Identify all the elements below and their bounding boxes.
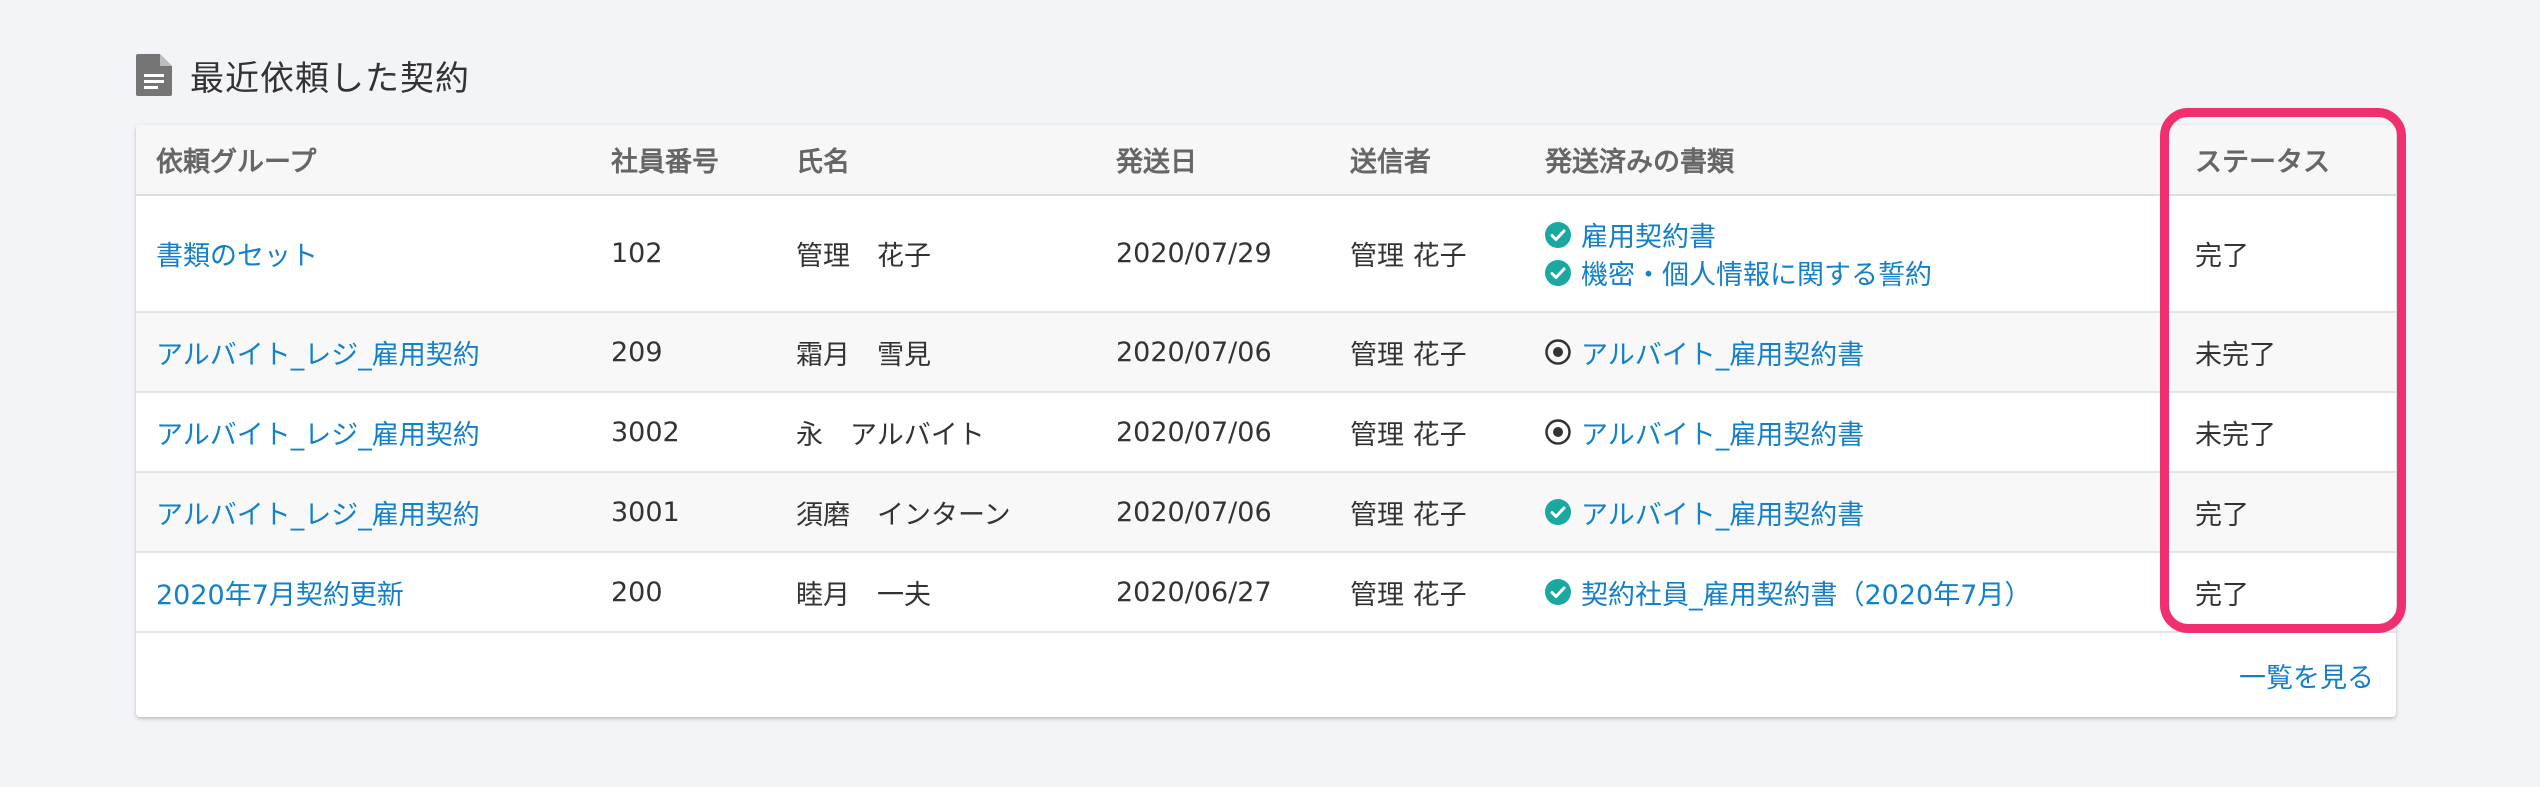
employee-no-cell: 200 [591,552,776,633]
sent-date-cell: 2020/07/06 [1096,392,1330,473]
group-link[interactable]: アルバイト_レジ_雇用契約 [156,420,480,451]
group-link[interactable]: アルバイト_レジ_雇用契約 [156,500,480,531]
employee-no-cell: 3001 [591,472,776,553]
status-cell: 未完了 [2175,312,2396,393]
status-cell: 完了 [2175,552,2396,633]
table-header-row: 依頼グループ 社員番号 氏名 発送日 送信者 発送済みの書類 ステータス [136,125,2396,196]
check-circle-icon [1545,579,1571,605]
document-link[interactable]: 機密・個人情報に関する誓約 [1581,253,1932,292]
column-header-documents: 発送済みの書類 [1525,125,2175,196]
document-icon [136,54,172,96]
documents-cell: 雇用契約書 機密・個人情報に関する誓約 [1525,195,2175,313]
documents-cell: アルバイト_雇用契約書 [1525,392,2175,473]
document-link[interactable]: 雇用契約書 [1581,215,1716,254]
section-title: 最近依頼した契約 [190,58,470,99]
check-circle-icon [1545,221,1571,248]
document-link[interactable]: 契約社員_雇用契約書（2020年7月） [1581,573,2031,612]
document-link[interactable]: アルバイト_雇用契約書 [1581,493,1864,532]
employee-no-cell: 209 [591,312,776,393]
check-circle-icon [1545,499,1571,525]
name-cell: 須磨 インターン [776,472,1096,553]
view-all-link[interactable]: 一覧を見る [2239,656,2374,695]
sender-cell: 管理 花子 [1330,195,1525,313]
column-header-sent-date: 発送日 [1096,125,1330,196]
table-row: アルバイト_レジ_雇用契約 3001 須磨 インターン 2020/07/06 管… [136,472,2396,553]
status-cell: 完了 [2175,472,2396,553]
check-circle-icon [1545,259,1571,286]
column-header-status: ステータス [2175,125,2396,196]
document-link[interactable]: アルバイト_雇用契約書 [1581,333,1864,372]
pending-circle-icon [1545,419,1571,445]
recent-contracts-table: 依頼グループ 社員番号 氏名 発送日 送信者 発送済みの書類 ステータス 書類の… [136,125,2396,633]
documents-cell: 契約社員_雇用契約書（2020年7月） [1525,552,2175,633]
group-link[interactable]: 2020年7月契約更新 [156,580,404,611]
table-row: アルバイト_レジ_雇用契約 209 霜月 雪見 2020/07/06 管理 花子… [136,312,2396,393]
table-row: アルバイト_レジ_雇用契約 3002 永 アルバイト 2020/07/06 管理… [136,392,2396,473]
name-cell: 霜月 雪見 [776,312,1096,393]
recent-contracts-card: 依頼グループ 社員番号 氏名 発送日 送信者 発送済みの書類 ステータス 書類の… [136,125,2396,717]
status-cell: 完了 [2175,195,2396,313]
pending-circle-icon [1545,339,1571,365]
column-header-sender: 送信者 [1330,125,1525,196]
document-link[interactable]: アルバイト_雇用契約書 [1581,413,1864,452]
column-header-group: 依頼グループ [136,125,591,196]
name-cell: 永 アルバイト [776,392,1096,473]
section-header: 最近依頼した契約 [136,50,470,100]
name-cell: 睦月 一夫 [776,552,1096,633]
status-cell: 未完了 [2175,392,2396,473]
sender-cell: 管理 花子 [1330,472,1525,553]
sent-date-cell: 2020/06/27 [1096,552,1330,633]
group-link[interactable]: 書類のセット [156,241,318,272]
employee-no-cell: 3002 [591,392,776,473]
column-header-name: 氏名 [776,125,1096,196]
table-row: 2020年7月契約更新 200 睦月 一夫 2020/06/27 管理 花子 契… [136,552,2396,633]
name-cell: 管理 花子 [776,195,1096,313]
sender-cell: 管理 花子 [1330,312,1525,393]
sent-date-cell: 2020/07/06 [1096,312,1330,393]
sent-date-cell: 2020/07/06 [1096,472,1330,553]
sender-cell: 管理 花子 [1330,552,1525,633]
documents-cell: アルバイト_雇用契約書 [1525,312,2175,393]
column-header-employee-no: 社員番号 [591,125,776,196]
documents-cell: アルバイト_雇用契約書 [1525,472,2175,553]
employee-no-cell: 102 [591,195,776,313]
table-row: 書類のセット 102 管理 花子 2020/07/29 管理 花子 雇用契約書 … [136,195,2396,313]
sent-date-cell: 2020/07/29 [1096,195,1330,313]
group-link[interactable]: アルバイト_レジ_雇用契約 [156,340,480,371]
sender-cell: 管理 花子 [1330,392,1525,473]
